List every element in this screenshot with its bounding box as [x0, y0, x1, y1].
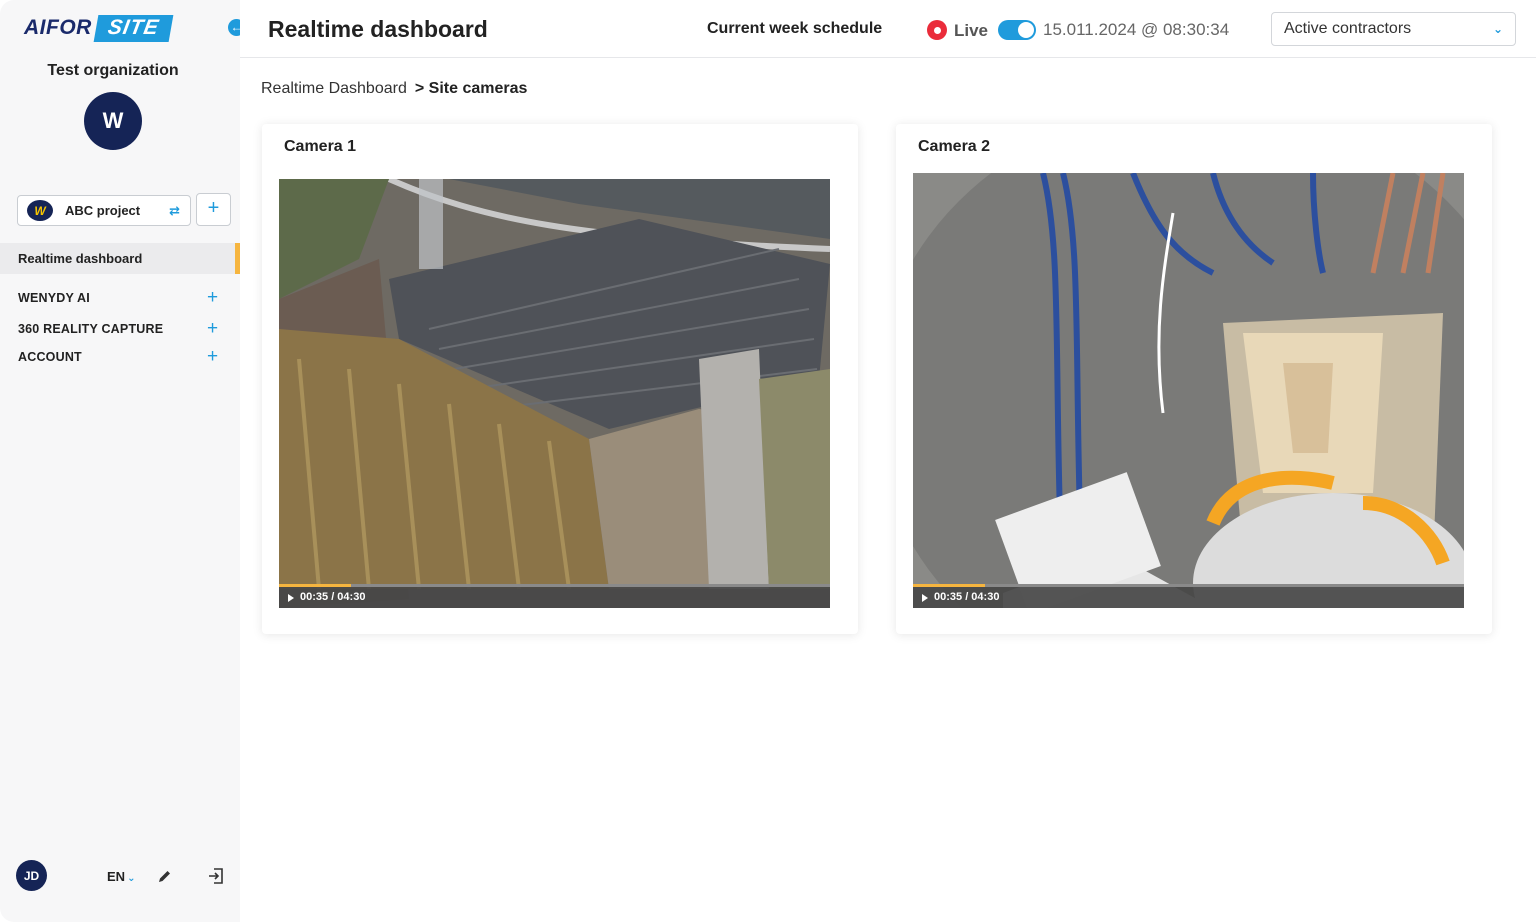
- page-title: Realtime dashboard: [268, 16, 488, 42]
- chevron-down-icon: ⌄: [127, 873, 136, 884]
- expand-plus-icon[interactable]: +: [207, 287, 218, 309]
- camera-video-2[interactable]: 00:35 / 04:30: [913, 173, 1464, 608]
- language-label: EN: [107, 869, 126, 884]
- logout-icon[interactable]: [207, 867, 225, 885]
- sidebar-item-label: WENYDY AI: [18, 291, 90, 305]
- swap-project-icon[interactable]: ⇄: [169, 203, 180, 219]
- project-name: ABC project: [65, 203, 141, 218]
- project-logo-icon: W: [27, 200, 53, 221]
- language-selector[interactable]: EN ⌄: [107, 869, 135, 884]
- breadcrumb: Realtime Dashboard > Site cameras: [261, 80, 527, 98]
- video-progress-track[interactable]: [279, 584, 830, 587]
- chevron-down-icon: ⌄: [1492, 22, 1503, 36]
- app-window: AIFOR SITE ← Test organization W W ABC p…: [0, 0, 1536, 922]
- project-selector[interactable]: W ABC project ⇄: [17, 195, 191, 226]
- live-datetime: 15.011.2024 @ 08:30:34: [1043, 20, 1230, 39]
- play-icon[interactable]: [922, 594, 928, 602]
- camera-card-2: Camera 2 00:35 / 04:30: [896, 124, 1492, 634]
- video-progress-fill: [279, 584, 351, 587]
- camera-title: Camera 1: [284, 138, 357, 155]
- camera-video-1[interactable]: 00:35 / 04:30: [279, 179, 830, 608]
- sidebar-item-label: 360 REALITY CAPTURE: [18, 322, 164, 336]
- active-indicator: [235, 243, 240, 274]
- breadcrumb-parent[interactable]: Realtime Dashboard: [261, 80, 407, 98]
- interior-construction-image: [913, 173, 1464, 608]
- live-label: Live: [954, 21, 989, 40]
- top-header: Realtime dashboard Current week schedule…: [240, 0, 1536, 58]
- video-time: 00:35 / 04:30: [934, 591, 1000, 603]
- logo-left-text: AIFOR: [24, 16, 92, 39]
- select-value: Active contractors: [1284, 20, 1412, 37]
- live-record-icon: [927, 20, 947, 40]
- logo-right-text: SITE: [93, 14, 173, 42]
- camera-card-1: Camera 1 00:35 / 04:30: [262, 124, 858, 634]
- add-project-button[interactable]: +: [196, 193, 231, 226]
- expand-plus-icon[interactable]: +: [207, 318, 218, 340]
- live-toggle[interactable]: [998, 20, 1036, 40]
- sidebar-item-360-reality-capture[interactable]: 360 REALITY CAPTURE +: [0, 318, 240, 340]
- breadcrumb-current: > Site cameras: [414, 80, 528, 97]
- sidebar-item-label: ACCOUNT: [18, 350, 82, 364]
- video-time: 00:35 / 04:30: [300, 591, 366, 603]
- camera-title: Camera 2: [918, 138, 991, 155]
- sidebar-item-realtime-dashboard[interactable]: Realtime dashboard: [0, 243, 240, 274]
- current-week-schedule-link[interactable]: Current week schedule: [707, 20, 882, 38]
- play-icon[interactable]: [288, 594, 294, 602]
- sidebar: AIFOR SITE ← Test organization W W ABC p…: [0, 0, 245, 922]
- user-avatar[interactable]: JD: [16, 860, 47, 891]
- expand-plus-icon[interactable]: +: [207, 346, 218, 368]
- video-progress-fill: [913, 584, 985, 587]
- video-controls: 00:35 / 04:30: [913, 584, 1464, 608]
- sidebar-item-wenydy-ai[interactable]: WENYDY AI +: [0, 287, 240, 309]
- sidebar-item-account[interactable]: ACCOUNT +: [0, 346, 240, 368]
- video-controls: 00:35 / 04:30: [279, 584, 830, 608]
- active-contractors-select[interactable]: Active contractors ⌄: [1271, 12, 1516, 46]
- brand-logo[interactable]: AIFOR SITE: [24, 12, 173, 44]
- organization-name: Test organization: [47, 62, 179, 79]
- video-progress-track[interactable]: [913, 584, 1464, 587]
- organization-avatar: W: [84, 92, 142, 150]
- edit-pencil-icon[interactable]: [157, 868, 173, 884]
- sidebar-item-label: Realtime dashboard: [18, 251, 143, 266]
- aerial-construction-image: [279, 179, 830, 608]
